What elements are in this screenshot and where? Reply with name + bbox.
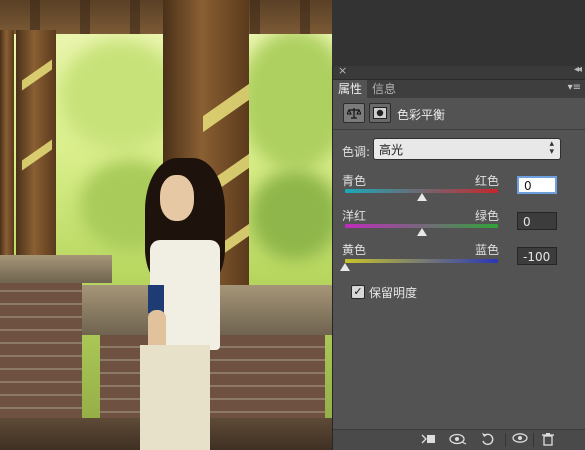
shirt-print xyxy=(148,285,164,313)
trash-icon[interactable] xyxy=(539,432,557,448)
photo-canvas[interactable] xyxy=(0,0,332,450)
slider-magenta-label: 洋红 xyxy=(342,209,367,223)
clip-to-layer-icon[interactable] xyxy=(419,432,437,448)
collapse-arrows-icon[interactable]: ◂◂ xyxy=(574,64,582,75)
preserve-luminosity-label: 保留明度 xyxy=(369,286,418,300)
person-face xyxy=(160,175,194,221)
adjustment-header: 色彩平衡 xyxy=(333,99,585,127)
eye-icon[interactable] xyxy=(511,432,529,448)
left-ledge xyxy=(0,255,112,283)
slider-cyan-label: 青色 xyxy=(342,174,367,188)
cyan-red-thumb[interactable] xyxy=(416,193,427,201)
background-foliage xyxy=(240,30,332,170)
panel-menu-icon[interactable]: ▾≡ xyxy=(568,82,581,93)
slider-green-label: 绿色 xyxy=(475,209,500,223)
cyan-red-value-input[interactable]: 0 xyxy=(517,176,557,194)
preserve-luminosity-checkbox[interactable]: ✓ xyxy=(351,285,365,299)
background-foliage xyxy=(60,40,180,150)
tab-info[interactable]: 信息 xyxy=(367,80,401,98)
properties-panel: × ◂◂ 属性 信息 ▾≡ 色彩平衡 色调: 高光 ▴ ▾ 青色 红色 0 洋红… xyxy=(332,64,585,450)
yellow-blue-track[interactable] xyxy=(345,259,498,263)
toolbar-divider xyxy=(533,433,534,447)
tone-dropdown[interactable]: 高光 ▴ ▾ xyxy=(373,138,561,160)
magenta-green-value-input[interactable]: 0 xyxy=(517,212,557,230)
chevron-updown-icon: ▴ ▾ xyxy=(549,139,554,157)
wooden-post xyxy=(0,30,14,260)
toolbar-divider xyxy=(505,433,506,447)
divider xyxy=(333,129,585,130)
panel-empty-area xyxy=(332,0,585,66)
tone-label: 色调: xyxy=(342,145,371,159)
panel-bottom-toolbar xyxy=(333,429,585,450)
mask-icon[interactable] xyxy=(369,103,391,123)
balance-scale-icon[interactable] xyxy=(343,103,365,123)
adjustment-title: 色彩平衡 xyxy=(397,108,446,122)
yellow-blue-thumb[interactable] xyxy=(340,263,350,271)
wooden-post xyxy=(16,30,56,260)
slider-blue-label: 蓝色 xyxy=(475,243,500,257)
left-brick-pillar xyxy=(0,283,82,433)
tab-properties[interactable]: 属性 xyxy=(333,80,368,98)
close-icon[interactable]: × xyxy=(338,64,347,77)
magenta-green-thumb[interactable] xyxy=(416,228,427,236)
person-pants xyxy=(140,345,210,450)
slider-yellow-label: 黄色 xyxy=(342,243,367,257)
background-foliage xyxy=(250,170,332,260)
panel-titlebar: × ◂◂ xyxy=(333,64,585,80)
slider-red-label: 红色 xyxy=(475,174,500,188)
view-previous-state-icon[interactable] xyxy=(449,432,467,448)
panel-tabs: 属性 信息 ▾≡ xyxy=(333,80,585,98)
yellow-blue-value-input[interactable]: -100 xyxy=(517,247,557,265)
tone-value: 高光 xyxy=(379,143,404,157)
reset-icon[interactable] xyxy=(479,432,497,448)
